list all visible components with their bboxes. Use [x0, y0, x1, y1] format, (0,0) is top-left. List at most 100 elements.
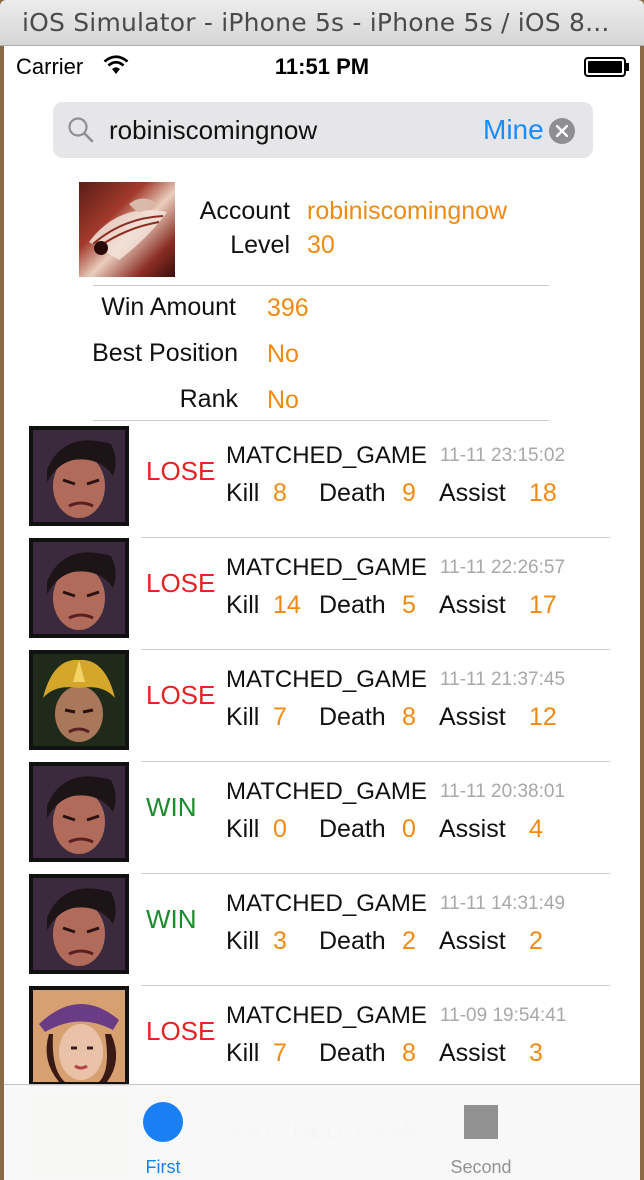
death-label: Death: [319, 479, 386, 507]
champion-avatar: [29, 538, 129, 638]
game-type: MATCHED_GAME: [226, 890, 427, 917]
dark-hair-champion-icon: [33, 430, 125, 522]
kill-value: 7: [273, 1039, 287, 1067]
champion-avatar: [29, 426, 129, 526]
match-row[interactable]: LOSE MATCHED_GAME 11-11 21:37:45 Kill 7 Death…: [4, 650, 640, 762]
assist-label: Assist: [439, 703, 506, 731]
level-value: 30: [307, 231, 335, 259]
circle-icon: [143, 1102, 183, 1142]
win-amount-value: 396: [267, 294, 309, 322]
account-value: robiniscomingnow: [307, 197, 508, 225]
death-label: Death: [319, 591, 386, 619]
match-result: LOSE: [146, 568, 216, 598]
death-value: 8: [402, 703, 416, 731]
assist-label: Assist: [439, 927, 506, 955]
kill-label: Kill: [226, 927, 260, 955]
square-icon: [464, 1105, 498, 1139]
battery-icon: [584, 57, 629, 77]
search-input[interactable]: [109, 108, 469, 152]
kill-value: 0: [273, 815, 287, 843]
assist-value: 18: [529, 479, 557, 507]
kill-value: 3: [273, 927, 287, 955]
match-row[interactable]: WIN MATCHED_GAME 11-11 14:31:49 Kill 3 Death 2…: [4, 874, 640, 986]
tab-second-label: Second: [450, 1157, 512, 1177]
kill-value: 7: [273, 703, 287, 731]
match-result: LOSE: [146, 456, 216, 486]
game-time: 11-11 22:26:57: [440, 557, 566, 578]
death-value: 8: [402, 1039, 416, 1067]
purple-hat-champion-icon: [33, 990, 125, 1082]
kill-label: Kill: [226, 815, 260, 843]
game-time: 11-09 19:54:41: [440, 1005, 567, 1026]
profile-divider-bottom: [93, 420, 549, 421]
search-bar[interactable]: Mine: [53, 102, 593, 158]
kill-label: Kill: [226, 1039, 260, 1067]
death-label: Death: [319, 1039, 386, 1067]
win-amount-label: Win Amount: [101, 293, 236, 321]
game-time: 11-11 14:31:49: [440, 893, 566, 914]
best-position-value: No: [267, 340, 299, 368]
champion-avatar: [29, 650, 129, 750]
champion-avatar: [29, 762, 129, 862]
simulator-title-bar: iOS Simulator - iPhone 5s - iPhone 5s / …: [0, 0, 644, 46]
assist-value: 4: [529, 815, 543, 843]
match-row[interactable]: WIN MATCHED_GAME 11-11 20:38:01 Kill 0 Death 0…: [4, 762, 640, 874]
rank-label: Rank: [179, 385, 238, 413]
assist-value: 3: [529, 1039, 543, 1067]
game-time: 11-11 23:15:02: [440, 445, 566, 466]
golden-helmet-champion-icon: [33, 654, 125, 746]
dark-hair-champion-icon: [33, 542, 125, 634]
match-row[interactable]: LOSE MATCHED_GAME 11-11 23:15:02 Kill 8 Death…: [4, 426, 640, 538]
kill-label: Kill: [226, 591, 260, 619]
death-label: Death: [319, 815, 386, 843]
search-icon: [68, 117, 94, 143]
game-type: MATCHED_GAME: [226, 666, 427, 693]
match-result: WIN: [146, 904, 197, 934]
level-label: Level: [230, 231, 290, 259]
game-type: MATCHED_GAME: [226, 554, 427, 581]
assist-value: 17: [529, 591, 557, 619]
game-type: MATCHED_GAME: [226, 778, 427, 805]
death-value: 0: [402, 815, 416, 843]
assist-label: Assist: [439, 479, 506, 507]
tab-bar: First Second: [4, 1084, 640, 1180]
rank-value: No: [267, 386, 299, 414]
game-time: 11-11 21:37:45: [440, 669, 566, 690]
kill-label: Kill: [226, 703, 260, 731]
tab-first-label: First: [145, 1157, 181, 1177]
tab-first[interactable]: First: [4, 1085, 322, 1180]
champion-avatar: [29, 874, 129, 974]
dark-hair-champion-icon: [33, 878, 125, 970]
profile-divider-top: [93, 285, 549, 286]
assist-label: Assist: [439, 1039, 506, 1067]
game-type: MATCHED_GAME: [226, 1002, 427, 1029]
status-time: 11:51 PM: [274, 54, 370, 79]
dark-hair-champion-icon: [33, 766, 125, 858]
death-value: 2: [402, 927, 416, 955]
assist-label: Assist: [439, 815, 506, 843]
champion-avatar: [29, 986, 129, 1086]
game-time: 11-11 20:38:01: [440, 781, 566, 802]
phone-screen: Carrier 11:51 PM Mine: [4, 46, 640, 1180]
match-result: WIN: [146, 792, 197, 822]
clear-search-icon[interactable]: [549, 118, 575, 144]
match-result: LOSE: [146, 680, 216, 710]
kill-value: 8: [273, 479, 287, 507]
assist-value: 12: [529, 703, 557, 731]
account-label: Account: [199, 197, 290, 225]
kill-value: 14: [273, 591, 301, 619]
tab-second[interactable]: Second: [322, 1085, 640, 1180]
profile-avatar: [79, 182, 175, 277]
death-label: Death: [319, 703, 386, 731]
match-row[interactable]: LOSE MATCHED_GAME 11-09 19:54:41 Kill 7 Death…: [4, 986, 640, 1098]
kill-label: Kill: [226, 479, 260, 507]
best-position-label: Best Position: [92, 339, 238, 367]
status-bar: Carrier 11:51 PM: [4, 46, 640, 86]
match-result: LOSE: [146, 1016, 216, 1046]
death-label: Death: [319, 927, 386, 955]
window-title: iOS Simulator - iPhone 5s - iPhone 5s / …: [22, 8, 610, 37]
assist-label: Assist: [439, 591, 506, 619]
search-scope-button[interactable]: Mine: [483, 114, 544, 146]
match-row[interactable]: LOSE MATCHED_GAME 11-11 22:26:57 Kill 14 Deat…: [4, 538, 640, 650]
death-value: 9: [402, 479, 416, 507]
